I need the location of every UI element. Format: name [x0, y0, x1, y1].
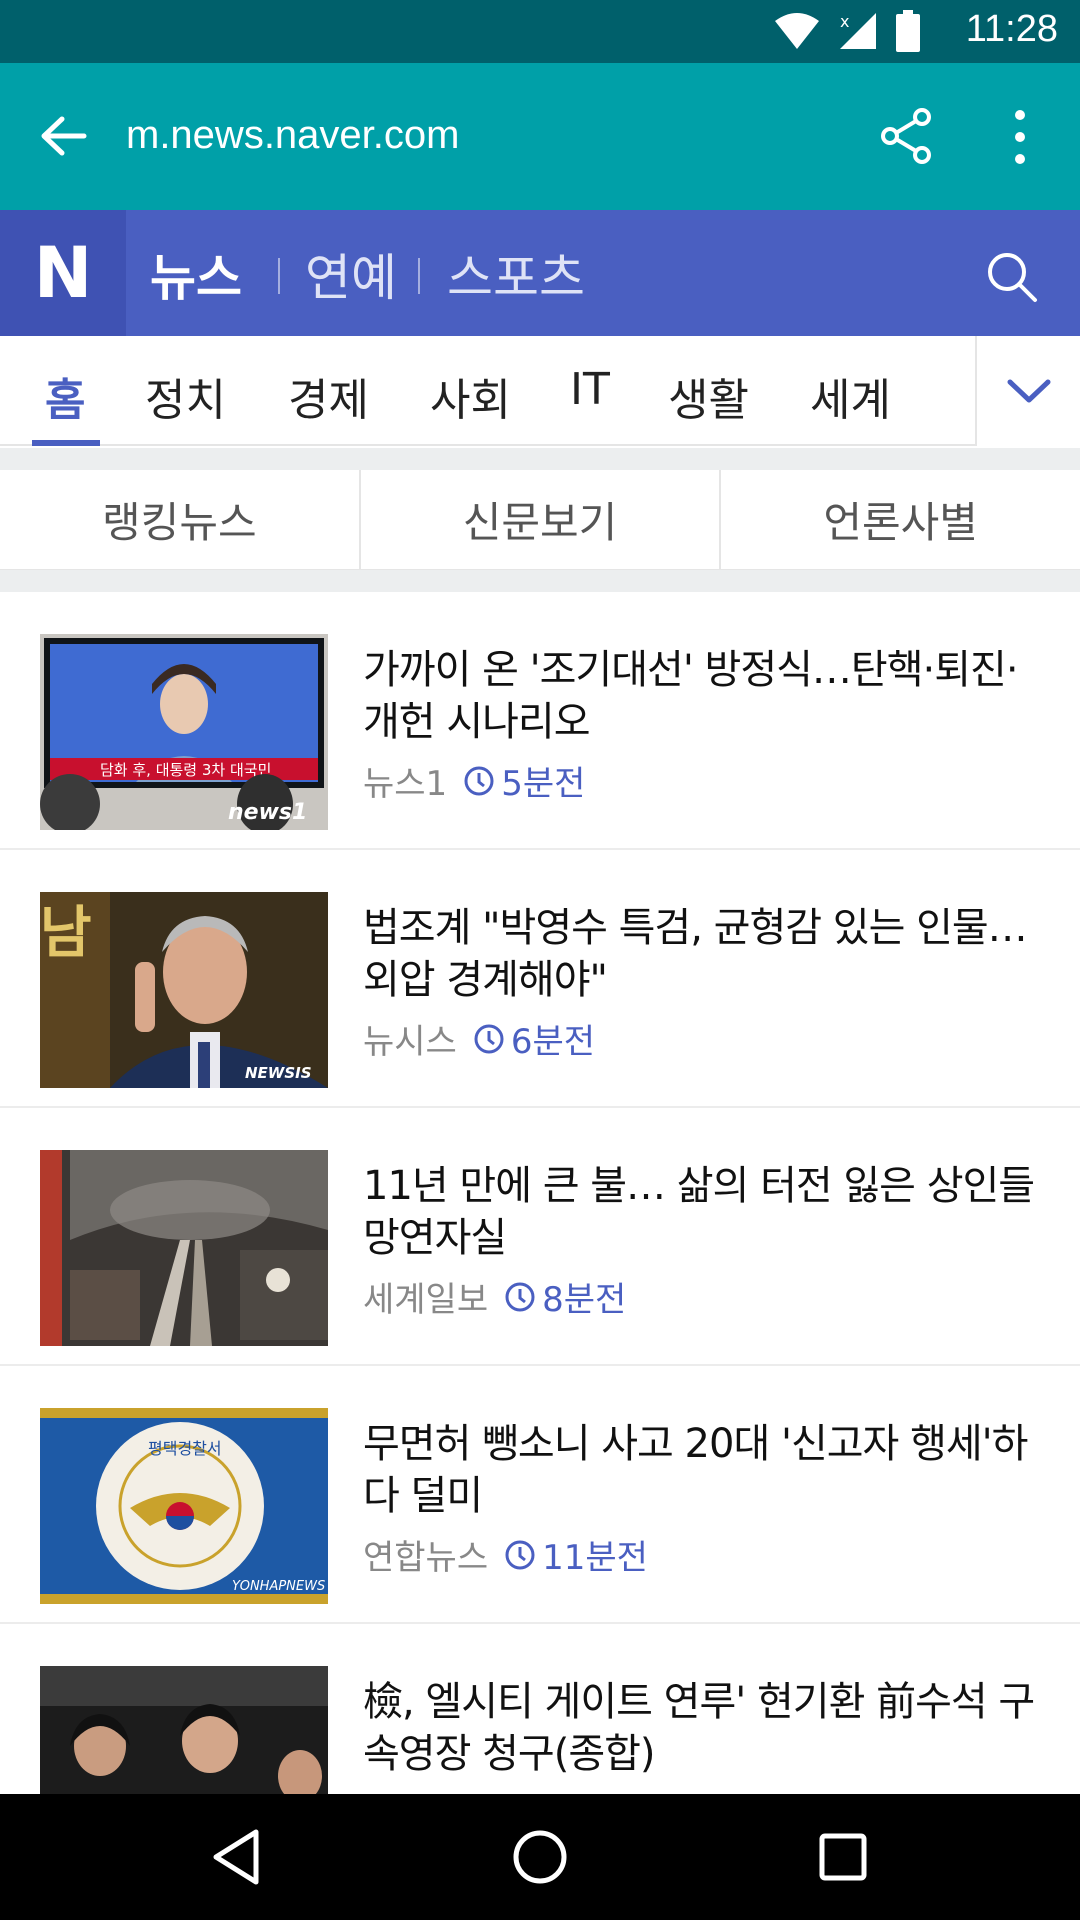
tab-world[interactable]: 세계 [810, 364, 891, 428]
tab-life[interactable]: 생활 [668, 364, 749, 428]
search-icon[interactable] [985, 250, 1039, 304]
url-text[interactable]: m.news.naver.com [126, 113, 459, 158]
tab-politics[interactable]: 정치 [145, 364, 226, 428]
svg-text:x: x [840, 12, 849, 31]
news-list: 담화 후, 대통령 3차 대국민 news1 가까이 온 '조기대선' 방정식…… [0, 592, 1080, 1882]
clock: 11:28 [965, 8, 1058, 50]
cell-signal-icon: x [840, 12, 876, 49]
clock-icon [474, 1024, 504, 1053]
press-name: 뉴시스 [363, 1022, 457, 1062]
section-news[interactable]: 뉴스 [150, 238, 242, 310]
tab-home[interactable]: 홈 [45, 364, 85, 428]
naver-header: N 뉴스 연예 스포츠 [0, 210, 1080, 336]
article-time: 6분전 [510, 1022, 596, 1062]
active-tab-indicator [32, 440, 100, 446]
article-title[interactable]: 무면허 뺑소니 사고 20대 '신고자 행세'하다 덜미 [363, 1418, 1053, 1522]
nav-recents-icon[interactable] [810, 1824, 876, 1890]
status-bar: x 11:28 [0, 0, 1080, 63]
subtab-newspaper[interactable]: 신문보기 [361, 470, 722, 569]
share-icon[interactable] [878, 107, 936, 165]
battery-icon [896, 10, 920, 52]
tv-caption: 담화 후, 대통령 3차 대국민 [100, 761, 271, 779]
category-tabs: 홈 정치 경제 사회 IT 생활 세계 [0, 336, 1080, 446]
article-title[interactable]: 가까이 온 '조기대선' 방정식…탄핵·퇴진·개헌 시나리오 [363, 644, 1053, 748]
news-thumbnail: 평택경찰서 YONHAPNEWS [40, 1408, 328, 1604]
news-thumbnail: 남 NEWSIS [40, 892, 328, 1088]
article-title[interactable]: 檢, 엘시티 게이트 연루' 현기환 前수석 구속영장 청구(종합) [363, 1676, 1053, 1780]
system-nav-bar [0, 1794, 1080, 1920]
list-item[interactable]: 11년 만에 큰 불… 삶의 터전 잃은 상인들 망연자실 세계일보 8분전 [0, 1108, 1080, 1366]
press-name: 연합뉴스 [363, 1538, 489, 1578]
spacer [0, 448, 1080, 470]
chevron-down-icon [1007, 379, 1050, 403]
nav-home-icon[interactable] [507, 1824, 573, 1890]
watermark: NEWSIS [245, 1064, 312, 1082]
naver-logo[interactable]: N [0, 210, 126, 336]
list-item[interactable]: 남 NEWSIS 법조계 "박영수 특검, 균형감 있는 인물…외압 경계해야"… [0, 850, 1080, 1108]
clock-icon [505, 1282, 535, 1311]
screen: { "status_bar": { "time": "11:28" }, "br… [0, 0, 1080, 1920]
divider [418, 258, 420, 294]
list-item[interactable]: 담화 후, 대통령 3차 대국민 news1 가까이 온 '조기대선' 방정식…… [0, 592, 1080, 850]
sub-tabs: 랭킹뉴스 신문보기 언론사별 [0, 470, 1080, 570]
list-item[interactable]: 평택경찰서 YONHAPNEWS 무면허 뺑소니 사고 20대 '신고자 행세'… [0, 1366, 1080, 1624]
wifi-icon [775, 13, 819, 49]
tab-society[interactable]: 사회 [430, 364, 511, 428]
article-meta: 뉴시스 6분전 [363, 1014, 595, 1063]
press-name: 세계일보 [363, 1280, 489, 1320]
section-sports[interactable]: 스포츠 [447, 238, 585, 310]
watermark: YONHAPNEWS [232, 1579, 325, 1594]
article-meta: 연합뉴스 11분전 [363, 1530, 648, 1579]
more-vert-icon[interactable] [1000, 107, 1040, 167]
subtab-by-press[interactable]: 언론사별 [721, 470, 1080, 569]
clock-icon [464, 766, 494, 795]
expand-categories-button[interactable] [975, 336, 1080, 446]
tab-economy[interactable]: 경제 [288, 364, 369, 428]
news-thumbnail: 담화 후, 대통령 3차 대국민 news1 [40, 634, 328, 830]
article-time: 5분전 [501, 764, 586, 804]
clock-icon [505, 1540, 535, 1569]
divider [278, 258, 280, 294]
tab-it[interactable]: IT [570, 364, 610, 415]
article-meta: 세계일보 8분전 [363, 1272, 626, 1321]
browser-toolbar: m.news.naver.com [0, 63, 1080, 210]
article-title[interactable]: 11년 만에 큰 불… 삶의 터전 잃은 상인들 망연자실 [363, 1160, 1053, 1264]
news-thumbnail [40, 1150, 328, 1346]
back-arrow-icon[interactable] [38, 111, 88, 161]
article-time: 8분전 [542, 1280, 627, 1320]
spacer [0, 570, 1080, 592]
section-entertainment[interactable]: 연예 [305, 238, 397, 310]
sign-text: 남 [40, 901, 92, 966]
article-time: 11분전 [542, 1538, 648, 1578]
article-title[interactable]: 법조계 "박영수 특검, 균형감 있는 인물…외압 경계해야" [363, 902, 1053, 1006]
press-name: 뉴스1 [363, 764, 448, 804]
emblem-text: 평택경찰서 [148, 1439, 222, 1458]
article-meta: 뉴스1 5분전 [363, 756, 585, 805]
subtab-ranking[interactable]: 랭킹뉴스 [0, 470, 361, 569]
nav-back-icon[interactable] [204, 1824, 270, 1890]
watermark: news1 [228, 800, 307, 825]
